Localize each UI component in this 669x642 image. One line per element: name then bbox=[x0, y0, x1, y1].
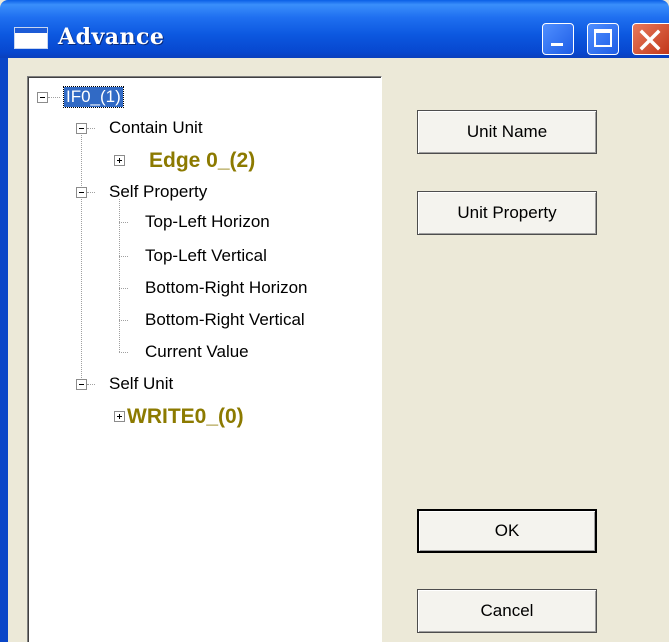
unit-name-button[interactable]: Unit Name bbox=[417, 110, 597, 154]
tree-connector bbox=[87, 384, 95, 385]
tree-item-contain-unit[interactable]: Contain Unit bbox=[109, 118, 203, 138]
unit-tree[interactable]: IF0_(1) Contain Unit Edge 0_(2) Self Pro… bbox=[27, 76, 382, 642]
ok-button[interactable]: OK bbox=[417, 509, 597, 553]
tree-connector bbox=[87, 128, 95, 129]
minimize-button[interactable] bbox=[542, 23, 574, 55]
collapse-icon[interactable] bbox=[76, 379, 87, 390]
collapse-icon[interactable] bbox=[37, 92, 48, 103]
expand-icon[interactable] bbox=[114, 155, 125, 166]
close-icon bbox=[639, 29, 661, 51]
window-icon bbox=[14, 27, 48, 49]
tree-connector bbox=[48, 97, 60, 98]
tree-connector bbox=[87, 192, 95, 193]
tree-item-write[interactable]: WRITE0_(0) bbox=[127, 405, 244, 429]
tree-connector bbox=[119, 288, 128, 289]
unit-property-button[interactable]: Unit Property bbox=[417, 191, 597, 235]
tree-item-property[interactable]: Top-Left Vertical bbox=[145, 246, 267, 266]
maximize-button[interactable] bbox=[587, 23, 619, 55]
tree-item-self-property[interactable]: Self Property bbox=[109, 182, 207, 202]
tree-connector bbox=[119, 320, 128, 321]
close-button[interactable] bbox=[632, 23, 669, 55]
minimize-icon bbox=[551, 43, 563, 46]
tree-item-property[interactable]: Current Value bbox=[145, 342, 249, 362]
tree-connector bbox=[81, 133, 82, 384]
tree-connector bbox=[119, 256, 128, 257]
window-frame bbox=[0, 58, 8, 642]
tree-item-property[interactable]: Top-Left Horizon bbox=[145, 212, 270, 232]
expand-icon[interactable] bbox=[114, 411, 125, 422]
advance-dialog: Advance IF0_(1) Contain Unit Edge 0_(2) bbox=[0, 0, 669, 642]
tree-item-property[interactable]: Bottom-Right Vertical bbox=[145, 310, 305, 330]
maximize-icon bbox=[594, 29, 612, 47]
cancel-button[interactable]: Cancel bbox=[417, 589, 597, 633]
tree-item-root[interactable]: IF0_(1) bbox=[63, 86, 124, 108]
window-title: Advance bbox=[58, 24, 165, 50]
collapse-icon[interactable] bbox=[76, 123, 87, 134]
tree-item-self-unit[interactable]: Self Unit bbox=[109, 374, 173, 394]
tree-connector bbox=[119, 222, 128, 223]
title-bar[interactable]: Advance bbox=[0, 0, 669, 58]
collapse-icon[interactable] bbox=[76, 187, 87, 198]
tree-item-property[interactable]: Bottom-Right Horizon bbox=[145, 278, 308, 298]
tree-connector bbox=[119, 352, 128, 353]
tree-item-edge[interactable]: Edge 0_(2) bbox=[149, 149, 255, 173]
